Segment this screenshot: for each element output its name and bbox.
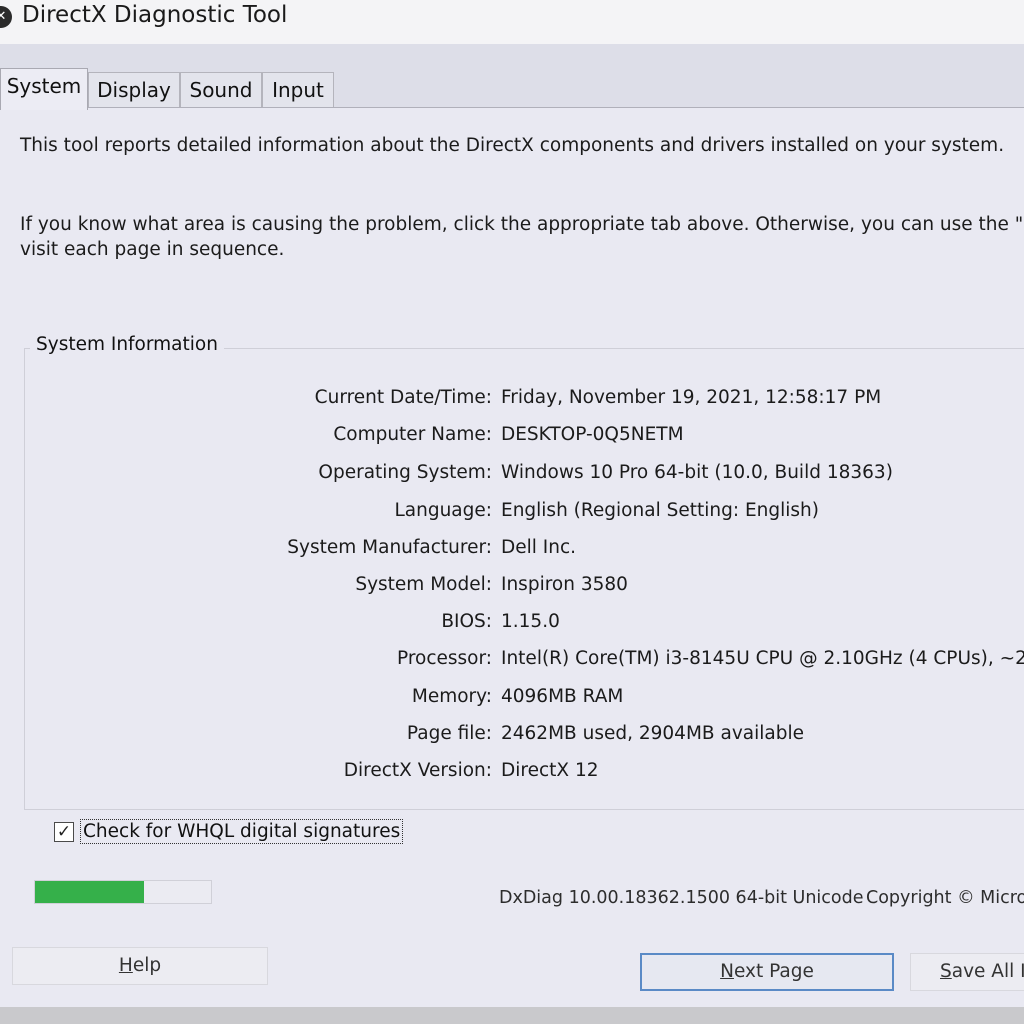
intro-text-line2: If you know what area is causing the pro… [20,214,1024,235]
info-row-language: Language: English (Regional Setting: Eng… [0,500,1024,530]
directx-icon: ✕ [0,6,12,28]
info-label: Processor: [396,648,492,669]
info-label: BIOS: [441,611,492,632]
window-title: DirectX Diagnostic Tool [22,2,288,28]
info-value: Inspiron 3580 [501,574,628,595]
help-button-label: elp [132,955,162,976]
title-bar: ✕ DirectX Diagnostic Tool [0,0,1024,44]
next-page-button-label: ext Page [733,961,814,982]
info-label: System Model: [355,574,492,595]
tab-input[interactable]: Input [262,72,334,108]
dxdiag-version: DxDiag 10.00.18362.1500 64-bit Unicode [499,888,864,908]
next-page-button[interactable]: Next Page [640,953,894,991]
save-all-information-button[interactable]: Save All I [910,953,1024,991]
save-button-mnemonic: S [940,961,952,982]
info-row-processor: Processor: Intel(R) Core(TM) i3-8145U CP… [0,648,1024,678]
help-button[interactable]: Help [12,947,268,985]
info-value: Friday, November 19, 2021, 12:58:17 PM [501,387,882,408]
tab-sound[interactable]: Sound [180,72,262,108]
info-label: Page file: [406,723,492,744]
tab-system[interactable]: System [0,68,88,110]
info-row-directx-version: DirectX Version: DirectX 12 [0,760,1024,790]
info-value: 4096MB RAM [501,686,624,707]
info-value: DESKTOP-0Q5NETM [501,424,684,445]
info-value: Intel(R) Core(TM) i3-8145U CPU @ 2.10GHz… [501,648,1024,669]
info-row-memory: Memory: 4096MB RAM [0,686,1024,716]
whql-checkbox[interactable]: ✓ [54,822,74,842]
intro-text-line1: This tool reports detailed information a… [20,135,1005,156]
save-button-label: ave All I [951,961,1024,982]
info-label: Operating System: [318,462,492,483]
info-label: DirectX Version: [343,760,492,781]
info-row-computer-name: Computer Name: DESKTOP-0Q5NETM [0,424,1024,454]
info-value: Dell Inc. [501,537,577,558]
info-value: DirectX 12 [501,760,599,781]
info-label: System Manufacturer: [287,537,492,558]
info-label: Current Date/Time: [314,387,492,408]
info-row-system-model: System Model: Inspiron 3580 [0,574,1024,604]
info-row-page-file: Page file: 2462MB used, 2904MB available [0,723,1024,753]
info-row-system-manufacturer: System Manufacturer: Dell Inc. [0,537,1024,567]
progress-bar [34,880,212,904]
info-row-bios: BIOS: 1.15.0 [0,611,1024,641]
screen-bezel-edge [0,1007,1024,1024]
info-label: Language: [394,500,492,521]
intro-text-line3: visit each page in sequence. [20,239,285,260]
info-row-operating-system: Operating System: Windows 10 Pro 64-bit … [0,462,1024,492]
whql-checkbox-label[interactable]: Check for WHQL digital signatures [79,819,404,844]
next-page-button-mnemonic: N [720,961,734,982]
info-label: Memory: [411,686,492,707]
info-row-date-time: Current Date/Time: Friday, November 19, … [0,387,1024,417]
info-value: Windows 10 Pro 64-bit (10.0, Build 18363… [501,462,893,483]
info-label: Computer Name: [333,424,492,445]
help-button-mnemonic: H [118,955,133,976]
copyright-text: Copyright © Micro [866,888,1024,908]
system-information-title: System Information [30,334,224,355]
tab-display[interactable]: Display [88,72,180,108]
progress-bar-fill [35,881,145,903]
info-value: English (Regional Setting: English) [501,500,819,521]
info-value: 2462MB used, 2904MB available [501,723,804,744]
info-value: 1.15.0 [501,611,560,632]
